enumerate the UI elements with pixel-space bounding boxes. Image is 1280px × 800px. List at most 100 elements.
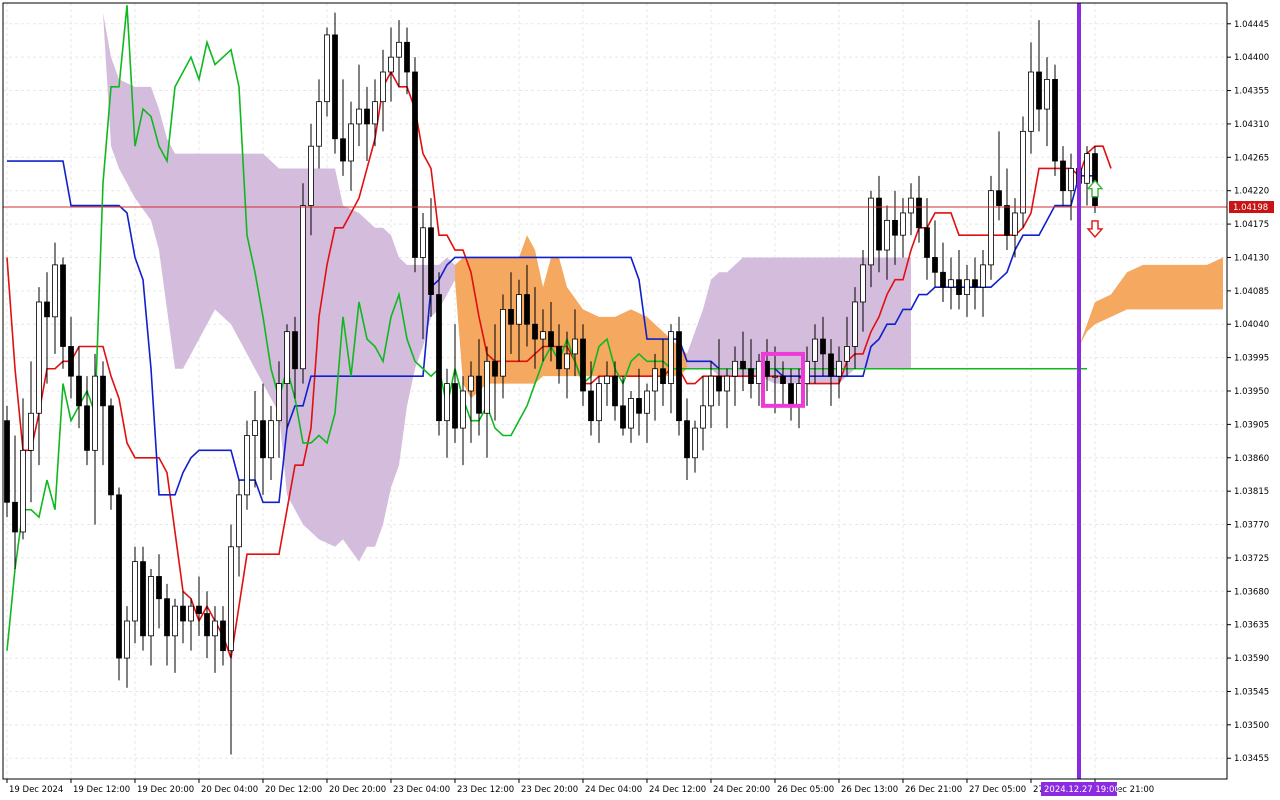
candle-body: [1092, 153, 1098, 206]
candle-body: [52, 264, 58, 318]
time-tick-label: 20 Dec 04:00: [201, 785, 258, 795]
candle-body: [1052, 79, 1058, 162]
candle-body: [724, 375, 730, 392]
candle-body: [1004, 205, 1010, 236]
candle: [700, 376, 706, 451]
candle: [1060, 146, 1066, 206]
candle-body: [860, 264, 866, 303]
candle-body: [820, 338, 826, 355]
candle-body: [596, 383, 602, 422]
price-tick-label: 1.04310: [1234, 120, 1269, 130]
candle-body: [556, 346, 562, 370]
candle-body: [1060, 160, 1066, 192]
candle-body: [620, 405, 626, 429]
time-tick-label: 26 Dec 21:00: [905, 785, 962, 795]
candle: [1044, 57, 1050, 147]
candle-body: [156, 576, 162, 600]
candle-body: [244, 435, 250, 496]
candle: [20, 398, 26, 540]
candle: [260, 383, 266, 495]
candle-body: [372, 101, 378, 125]
candle-body: [956, 279, 962, 295]
candle-body: [316, 101, 322, 147]
candle-body: [500, 308, 506, 377]
candle: [116, 487, 122, 681]
candle-body: [204, 613, 210, 637]
candle: [1068, 153, 1074, 221]
price-tick-label: 1.03680: [1234, 587, 1269, 597]
candle-body: [452, 383, 458, 429]
candle: [396, 20, 402, 87]
time-tick-label: 20 Dec 20:00: [329, 785, 386, 795]
candle-body: [1068, 168, 1074, 192]
candle: [220, 606, 226, 666]
candle: [364, 86, 370, 162]
price-tick-label: 1.03590: [1234, 654, 1269, 664]
candle-body: [900, 212, 906, 236]
candle: [244, 420, 250, 510]
time-axis[interactable]: 19 Dec 2024 19 Dec 12:00 19 Dec 20:00 20 De…: [6, 779, 1154, 795]
candle-body: [1028, 71, 1034, 132]
candle-body: [364, 108, 370, 125]
candle-body: [852, 301, 858, 347]
candle-body: [700, 405, 706, 429]
candle-body: [28, 412, 34, 451]
candle: [436, 272, 442, 436]
candle-body: [804, 360, 810, 384]
candle-body: [588, 390, 594, 422]
candle-body: [996, 190, 1002, 206]
cursor-time-tag: 2024.12.27 19:00: [1041, 782, 1120, 796]
candle: [92, 353, 98, 525]
candle-body: [660, 368, 666, 384]
candle: [124, 606, 130, 688]
candle: [148, 569, 154, 666]
candle-body: [212, 620, 218, 637]
time-tick-label: 19 Dec 12:00: [73, 785, 130, 795]
candle: [204, 591, 210, 659]
candle: [676, 316, 682, 436]
time-tick-label: 23 Dec 12:00: [457, 785, 514, 795]
candle: [372, 79, 378, 147]
candle: [324, 27, 330, 117]
candle: [332, 12, 338, 154]
candle-body: [508, 308, 514, 325]
candle: [236, 480, 242, 577]
price-tick-label: 1.04265: [1234, 153, 1269, 163]
price-chart[interactable]: 1.04445 1.04400 1.04355 1.04310 1.04265 1.042…: [0, 0, 1280, 800]
candle: [668, 324, 674, 414]
price-tick-label: 1.04220: [1234, 187, 1269, 197]
candle-body: [644, 390, 650, 414]
price-tick-label: 1.03905: [1234, 420, 1269, 430]
candle-body: [76, 375, 82, 407]
candle-body: [1020, 130, 1026, 214]
candle-body: [236, 494, 242, 548]
time-tick-label: 26 Dec 13:00: [841, 785, 898, 795]
candle-body: [68, 346, 74, 377]
candle-body: [868, 197, 874, 266]
time-tick-label: 27 Dec 05:00: [969, 785, 1026, 795]
candle-body: [844, 346, 850, 362]
candle-body: [988, 190, 994, 266]
price-tick-label: 1.03500: [1234, 721, 1269, 731]
candle-body: [964, 279, 970, 295]
price-tick-label: 1.03815: [1234, 487, 1269, 497]
candle: [1020, 116, 1026, 228]
candle-body: [756, 360, 762, 384]
candle-body: [1012, 212, 1018, 236]
candle-body: [484, 360, 490, 414]
candle-body: [908, 197, 914, 214]
candle-body: [348, 123, 354, 162]
candle: [60, 257, 66, 369]
candle-body: [1084, 153, 1090, 184]
candle: [484, 346, 490, 458]
current-price-tag: 1.04198: [1229, 201, 1274, 214]
candle-body: [748, 368, 754, 384]
candle: [76, 346, 82, 429]
candle-body: [492, 360, 498, 377]
price-axis[interactable]: 1.04445 1.04400 1.04355 1.04310 1.04265 1.042…: [1227, 20, 1269, 764]
candle-body: [324, 34, 330, 103]
candle-body: [628, 398, 634, 429]
candle: [708, 361, 714, 429]
candle-body: [340, 138, 346, 162]
candle-body: [12, 501, 18, 533]
